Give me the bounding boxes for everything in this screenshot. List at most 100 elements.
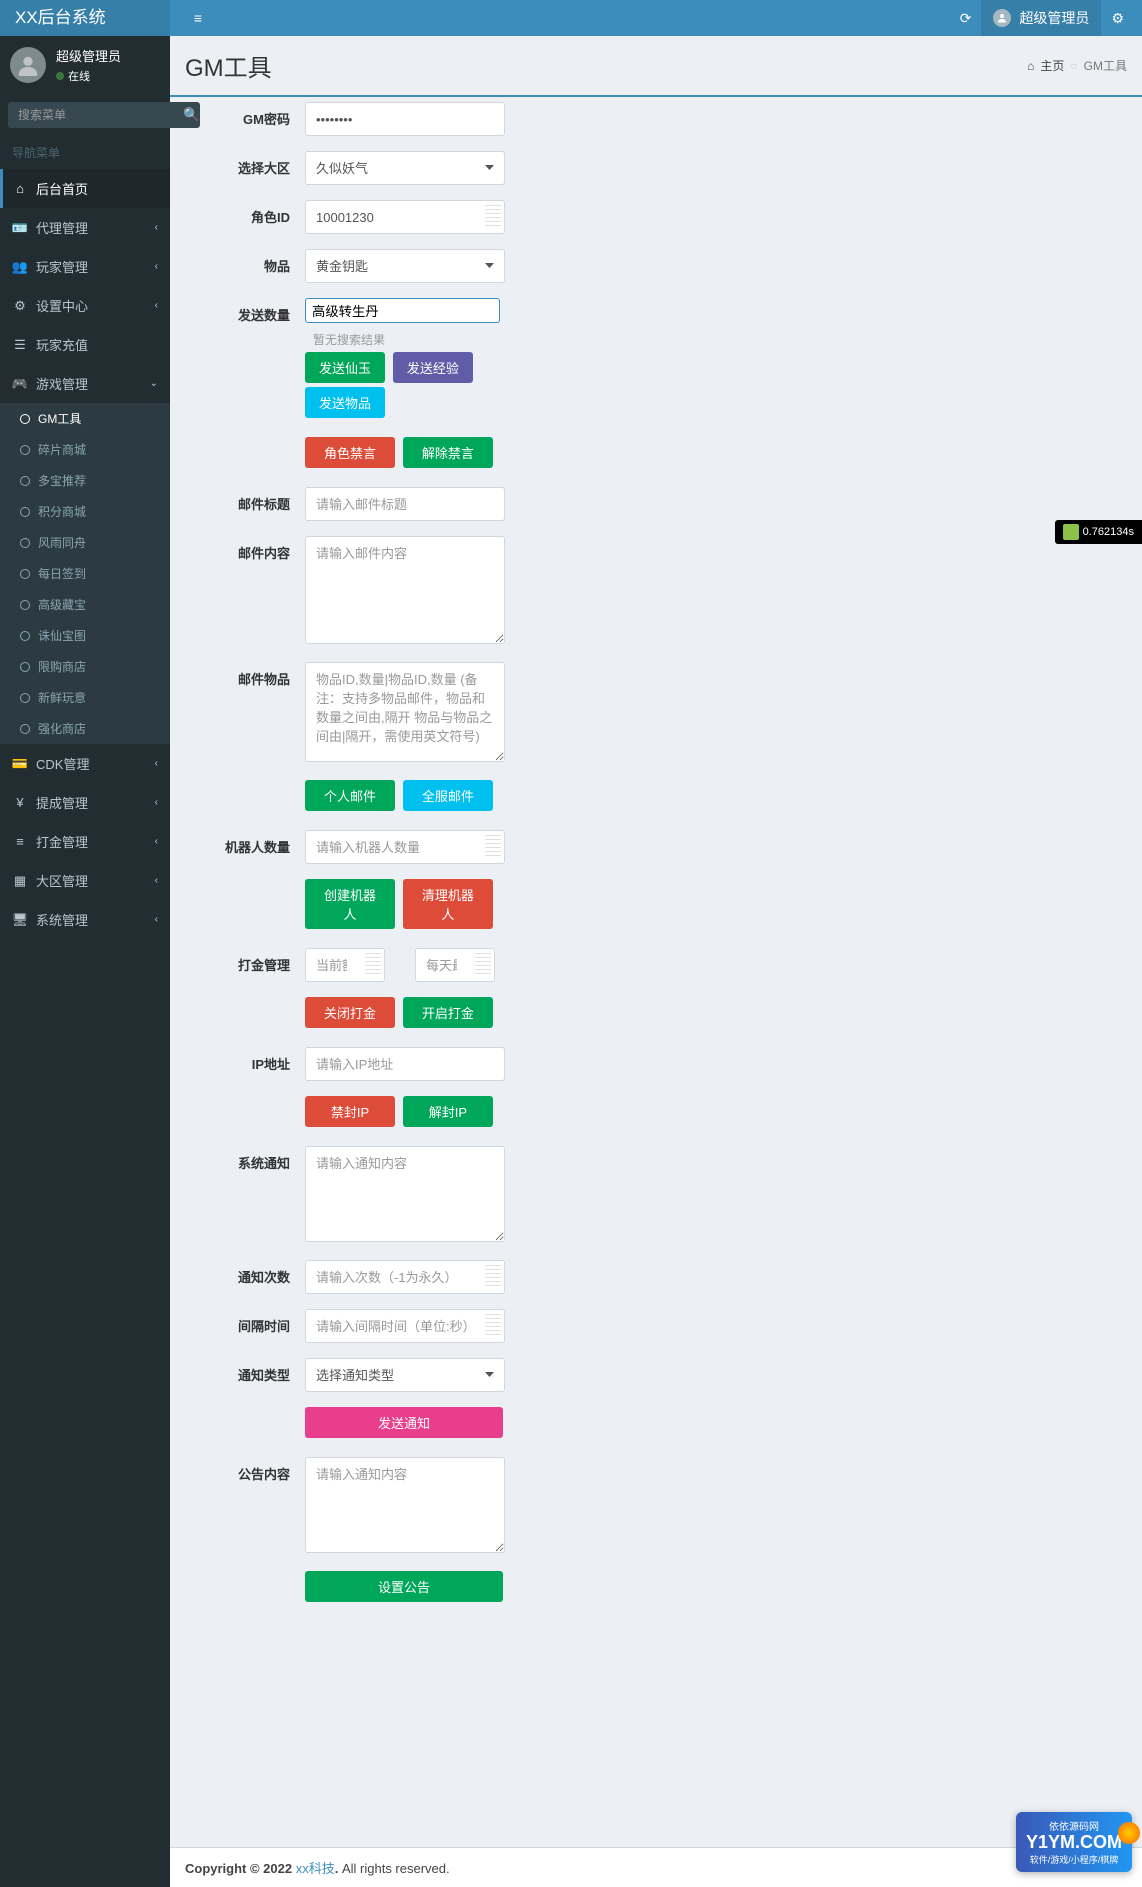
circle-icon xyxy=(20,631,30,641)
refresh-button[interactable]: ⟳ xyxy=(950,0,982,36)
ip-input[interactable] xyxy=(305,1047,505,1081)
item-select[interactable]: 黄金钥匙 xyxy=(305,249,505,283)
submenu-label: GM工具 xyxy=(38,410,81,427)
announce-input[interactable] xyxy=(305,1457,505,1553)
interval-input[interactable] xyxy=(305,1309,505,1343)
submenu-item-8[interactable]: 限购商店 xyxy=(0,651,170,682)
chevron-left-icon: ‹ xyxy=(155,758,158,769)
unban-ip-button[interactable]: 解封IP xyxy=(403,1096,493,1127)
item-search-input[interactable] xyxy=(305,298,500,323)
sidebar-item-9[interactable]: ▦大区管理‹ xyxy=(0,861,170,900)
sidebar-item-10[interactable]: 🖥系统管理‹ xyxy=(0,900,170,939)
online-dot-icon xyxy=(56,72,64,80)
menu-search-button[interactable]: 🔍 xyxy=(183,102,200,128)
open-gold-button[interactable]: 开启打金 xyxy=(403,997,493,1028)
sidebar-item-5[interactable]: 🎮游戏管理⌄ xyxy=(0,364,170,403)
submenu-item-0[interactable]: GM工具 xyxy=(0,403,170,434)
circle-icon xyxy=(20,662,30,672)
sidebar-item-6[interactable]: 💳CDK管理‹ xyxy=(0,744,170,783)
sidebar-item-label: CDK管理 xyxy=(36,754,89,773)
sidebar-item-label: 后台首页 xyxy=(36,179,88,198)
trace-badge: 0.762134s xyxy=(1055,520,1142,544)
users-icon: 👥 xyxy=(12,259,28,275)
circle-icon xyxy=(20,724,30,734)
ban-ip-button[interactable]: 禁封IP xyxy=(305,1096,395,1127)
create-robot-button[interactable]: 创建机器人 xyxy=(305,879,395,929)
gold-current-input[interactable] xyxy=(305,948,385,982)
cogs-icon: ⚙ xyxy=(1111,10,1124,27)
circle-icon xyxy=(20,445,30,455)
submenu-item-1[interactable]: 碎片商城 xyxy=(0,434,170,465)
clear-robot-button[interactable]: 清理机器人 xyxy=(403,879,493,929)
close-gold-button[interactable]: 关闭打金 xyxy=(305,997,395,1028)
breadcrumb: ⌂ 主页 ○ GM工具 xyxy=(1027,57,1127,74)
user-menu[interactable]: 超级管理员 xyxy=(981,0,1101,36)
submenu-label: 碎片商城 xyxy=(38,441,86,458)
sidebar-item-7[interactable]: ¥提成管理‹ xyxy=(0,783,170,822)
chevron-left-icon: ‹ xyxy=(155,261,158,272)
role-id-input[interactable] xyxy=(305,200,505,234)
notice-label: 系统通知 xyxy=(185,1146,305,1172)
item-label: 物品 xyxy=(185,249,305,275)
settings-button[interactable]: ⚙ xyxy=(1101,0,1134,36)
circle-icon xyxy=(20,414,30,424)
mail-item-input[interactable] xyxy=(305,662,505,762)
sidebar-item-2[interactable]: 👥 玩家管理 ‹ xyxy=(0,247,170,286)
notice-input[interactable] xyxy=(305,1146,505,1242)
submenu-label: 风雨同舟 xyxy=(38,534,86,551)
sidebar-item-label: 设置中心 xyxy=(36,296,88,315)
chevron-left-icon: ‹ xyxy=(155,222,158,233)
gold-max-input[interactable] xyxy=(415,948,495,982)
gm-password-label: GM密码 xyxy=(185,102,305,128)
send-notice-button[interactable]: 发送通知 xyxy=(305,1407,503,1438)
submenu-item-10[interactable]: 强化商店 xyxy=(0,713,170,744)
submenu-item-2[interactable]: 多宝推荐 xyxy=(0,465,170,496)
robot-count-label: 机器人数量 xyxy=(185,830,305,856)
circle-icon xyxy=(20,569,30,579)
notice-type-select[interactable]: 选择通知类型 xyxy=(305,1358,505,1392)
region-select[interactable]: 久似妖气 xyxy=(305,151,505,185)
sidebar-item-8[interactable]: ≡打金管理‹ xyxy=(0,822,170,861)
submenu-item-5[interactable]: 每日签到 xyxy=(0,558,170,589)
sidebar-item-label: 玩家管理 xyxy=(36,257,88,276)
sidebar-toggle[interactable]: ≡ xyxy=(178,0,218,36)
submenu-item-6[interactable]: 高级藏宝 xyxy=(0,589,170,620)
bars-icon: ≡ xyxy=(194,10,202,26)
chevron-left-icon: ‹ xyxy=(155,914,158,925)
send-xianyu-button[interactable]: 发送仙玉 xyxy=(305,352,385,383)
sidebar-item-label: 系统管理 xyxy=(36,910,88,929)
menu-search-input[interactable] xyxy=(8,102,183,128)
unban-role-button[interactable]: 解除禁言 xyxy=(403,437,493,468)
grid-icon: ▦ xyxy=(12,873,28,889)
mail-title-input[interactable] xyxy=(305,487,505,521)
submenu-item-3[interactable]: 积分商城 xyxy=(0,496,170,527)
avatar-icon xyxy=(993,9,1011,27)
notice-count-input[interactable] xyxy=(305,1260,505,1294)
footer-company-link[interactable]: xx科技 xyxy=(296,1861,335,1876)
logo[interactable]: XX后台系统 xyxy=(0,0,170,36)
sidebar-item-label: 游戏管理 xyxy=(36,374,88,393)
personal-mail-button[interactable]: 个人邮件 xyxy=(305,780,395,811)
sidebar-item-4[interactable]: ☰玩家充值 xyxy=(0,325,170,364)
username-label: 超级管理员 xyxy=(1019,8,1089,28)
gm-password-input[interactable] xyxy=(305,102,505,136)
breadcrumb-home[interactable]: 主页 xyxy=(1040,57,1064,74)
robot-count-input[interactable] xyxy=(305,830,505,864)
dropdown-empty-text: 暂无搜索结果 xyxy=(305,327,505,352)
server-mail-button[interactable]: 全服邮件 xyxy=(403,780,493,811)
sidebar-item-0[interactable]: ⌂ 后台首页 xyxy=(0,169,170,208)
submenu-item-7[interactable]: 诛仙宝图 xyxy=(0,620,170,651)
mail-content-input[interactable] xyxy=(305,536,505,644)
ban-role-button[interactable]: 角色禁言 xyxy=(305,437,395,468)
sidebar-item-3[interactable]: ⚙设置中心‹ xyxy=(0,286,170,325)
home-icon: ⌂ xyxy=(12,181,28,196)
watermark: 依依源码网 Y1YM.COM 软件/游戏/小程序/棋牌 xyxy=(1016,1812,1132,1872)
circle-icon xyxy=(20,600,30,610)
send-exp-button[interactable]: 发送经验 xyxy=(393,352,473,383)
submenu-item-4[interactable]: 风雨同舟 xyxy=(0,527,170,558)
submenu-item-9[interactable]: 新鲜玩意 xyxy=(0,682,170,713)
send-item-button[interactable]: 发送物品 xyxy=(305,387,385,418)
sidebar-item-1[interactable]: 🪪代理管理‹ xyxy=(0,208,170,247)
set-announce-button[interactable]: 设置公告 xyxy=(305,1571,503,1602)
sidebar: 超级管理员 在线 🔍 导航菜单 ⌂后台首页🪪代理管理‹👥玩家管理‹⚙设置中心‹☰… xyxy=(0,36,170,1887)
